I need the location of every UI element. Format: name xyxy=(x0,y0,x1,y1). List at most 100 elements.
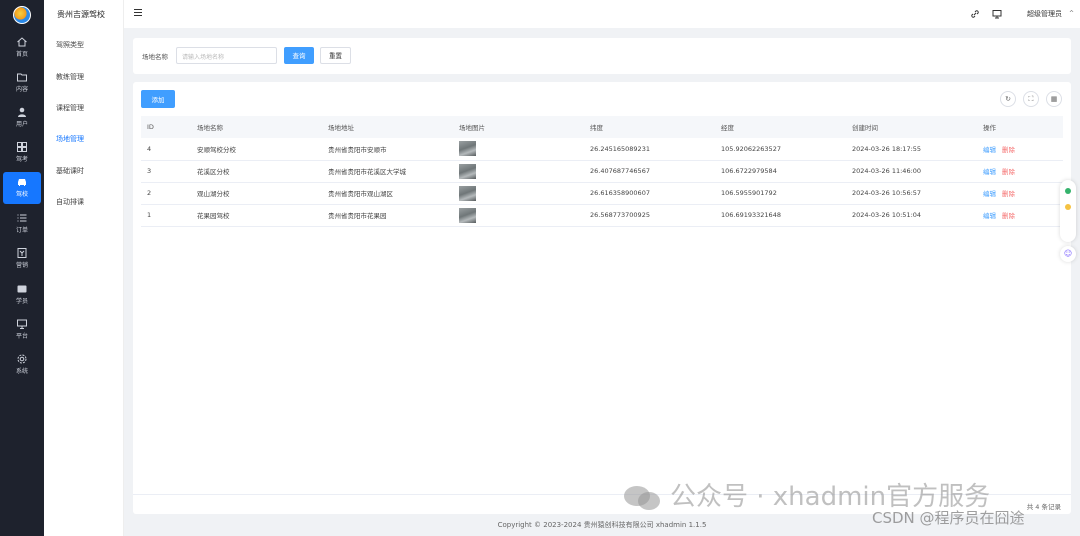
rail-item-system[interactable]: 系统 xyxy=(3,349,41,381)
venue-thumbnail[interactable] xyxy=(459,185,476,201)
cell-id: 3 xyxy=(141,160,191,183)
rail-item-content[interactable]: 内容 xyxy=(3,67,41,99)
watermark-csdn: CSDN @程序员在囧途 xyxy=(872,509,1025,527)
chevron-up-icon[interactable]: ^ xyxy=(1069,10,1074,17)
column-header: 纬度 xyxy=(584,116,715,138)
submenu-item-coaches[interactable]: 教练管理 xyxy=(56,72,84,82)
table-row: 4 安顺驾校分校 贵州省贵阳市安顺市 26.245165089231 105.9… xyxy=(141,138,1063,161)
grid-icon xyxy=(17,142,27,152)
cell-id: 1 xyxy=(141,204,191,227)
venue-thumbnail[interactable] xyxy=(459,141,476,157)
cell-lng: 106.69193321648 xyxy=(715,204,846,227)
reset-button[interactable]: 重置 xyxy=(320,47,351,64)
submenu-item-courses[interactable]: 课程管理 xyxy=(56,103,84,113)
cell-lat: 26.568773700925 xyxy=(584,204,715,227)
rail-item-platform[interactable]: 平台 xyxy=(3,314,41,346)
venue-table: ID 场地名称 场地地址 场地图片 纬度 经度 创建时间 操作 4 安顺驾校分校… xyxy=(141,116,1063,227)
cell-id: 4 xyxy=(141,138,191,161)
venue-thumbnail[interactable] xyxy=(459,207,476,223)
add-button[interactable]: 添加 xyxy=(141,90,175,108)
monitor-icon[interactable] xyxy=(992,9,1002,19)
user-name[interactable]: 超级管理员 xyxy=(1027,9,1062,19)
cell-lat: 26.407687746567 xyxy=(584,160,715,183)
query-button[interactable]: 查询 xyxy=(284,47,314,64)
column-header: 经度 xyxy=(715,116,846,138)
wechat-icon xyxy=(624,485,660,510)
cell-address: 贵州省贵阳市花溪区大学城 xyxy=(322,160,453,183)
cell-address: 贵州省贵阳市花果园 xyxy=(322,204,453,227)
assistant-avatar-icon[interactable]: ☺ xyxy=(1060,246,1076,262)
cell-image xyxy=(453,204,584,227)
rail-label: 平台 xyxy=(15,333,28,340)
delete-link[interactable]: 删除 xyxy=(1002,146,1015,154)
submenu-item-license-type[interactable]: 驾照类型 xyxy=(56,40,84,50)
cell-image xyxy=(453,160,584,183)
rail-item-students[interactable]: 学员 xyxy=(3,279,41,311)
rail-item-home[interactable]: 首页 xyxy=(3,32,41,64)
cell-address: 贵州省贵阳市观山湖区 xyxy=(322,182,453,205)
edit-link[interactable]: 编辑 xyxy=(983,190,996,198)
rail-label: 学员 xyxy=(15,298,28,305)
pagination-total: 共 4 条记录 xyxy=(1026,503,1061,511)
search-label: 场地名称 xyxy=(142,53,168,61)
cell-lng: 106.5955901792 xyxy=(715,182,846,205)
rail-item-orders[interactable]: 订单 xyxy=(3,208,41,240)
cell-address: 贵州省贵阳市安顺市 xyxy=(322,138,453,161)
cell-created: 2024-03-26 18:17:55 xyxy=(846,138,977,161)
floating-toolbar[interactable] xyxy=(1060,180,1076,242)
submenu-item-auto-schedule[interactable]: 自动排课 xyxy=(56,197,84,207)
main-nav-rail: 首页 内容 用户 驾考 驾校 订单 营销 学员 平台 系统 xyxy=(0,0,44,536)
user-icon xyxy=(18,107,26,117)
table-row: 3 花溪区分校 贵州省贵阳市花溪区大学城 26.407687746567 106… xyxy=(141,160,1063,183)
cell-image xyxy=(453,182,584,205)
status-dot-icon xyxy=(1065,188,1071,194)
rail-label: 订单 xyxy=(15,227,28,234)
rail-item-user[interactable]: 用户 xyxy=(3,102,41,134)
table-header-row: ID 场地名称 场地地址 场地图片 纬度 经度 创建时间 操作 xyxy=(141,116,1063,138)
edit-link[interactable]: 编辑 xyxy=(983,212,996,220)
rail-label: 营销 xyxy=(15,262,28,269)
cell-id: 2 xyxy=(141,182,191,205)
student-icon xyxy=(17,285,27,293)
rail-label: 内容 xyxy=(15,86,28,93)
top-header: 超级管理员 ^ xyxy=(124,0,1080,28)
edit-link[interactable]: 编辑 xyxy=(983,168,996,176)
submenu-item-venues[interactable]: 场地管理 xyxy=(56,134,84,144)
folder-icon xyxy=(17,73,27,82)
rail-label: 用户 xyxy=(15,121,28,128)
rail-item-exam[interactable]: 驾考 xyxy=(3,137,41,169)
cell-lat: 26.245165089231 xyxy=(584,138,715,161)
cell-name: 花果园驾校 xyxy=(191,204,322,227)
delete-link[interactable]: 删除 xyxy=(1002,190,1015,198)
edit-link[interactable]: 编辑 xyxy=(983,146,996,154)
refresh-icon[interactable]: ↻ xyxy=(1000,91,1016,107)
app-logo xyxy=(13,6,31,24)
venue-thumbnail[interactable] xyxy=(459,163,476,179)
cell-actions: 编辑 删除 xyxy=(977,182,1063,205)
app-root: 首页 内容 用户 驾考 驾校 订单 营销 学员 平台 系统 贵州吉源驾校 驾照类… xyxy=(0,0,1080,536)
rail-label: 驾校 xyxy=(15,191,28,198)
fullscreen-icon[interactable]: ⛶ xyxy=(1023,91,1039,107)
cell-created: 2024-03-26 11:46:00 xyxy=(846,160,977,183)
column-header: ID xyxy=(141,116,191,138)
cell-name: 花溪区分校 xyxy=(191,160,322,183)
delete-link[interactable]: 删除 xyxy=(1002,168,1015,176)
venue-name-input[interactable]: 请输入场地名称 xyxy=(176,47,277,64)
columns-icon[interactable]: ▦ xyxy=(1046,91,1062,107)
cell-created: 2024-03-26 10:56:57 xyxy=(846,182,977,205)
cell-actions: 编辑 删除 xyxy=(977,138,1063,161)
submenu-item-basic-hours[interactable]: 基础课时 xyxy=(56,166,84,176)
column-header: 场地地址 xyxy=(322,116,453,138)
rail-item-marketing[interactable]: 营销 xyxy=(3,243,41,275)
link-icon[interactable] xyxy=(970,9,980,19)
column-header: 场地图片 xyxy=(453,116,584,138)
cell-name: 安顺驾校分校 xyxy=(191,138,322,161)
car-icon xyxy=(18,179,26,186)
delete-link[interactable]: 删除 xyxy=(1002,212,1015,220)
home-icon xyxy=(17,37,27,47)
cell-actions: 编辑 删除 xyxy=(977,204,1063,227)
rail-item-school[interactable]: 驾校 xyxy=(3,172,41,204)
gear-icon xyxy=(17,354,27,364)
menu-toggle-icon[interactable] xyxy=(134,9,142,18)
column-header: 场地名称 xyxy=(191,116,322,138)
